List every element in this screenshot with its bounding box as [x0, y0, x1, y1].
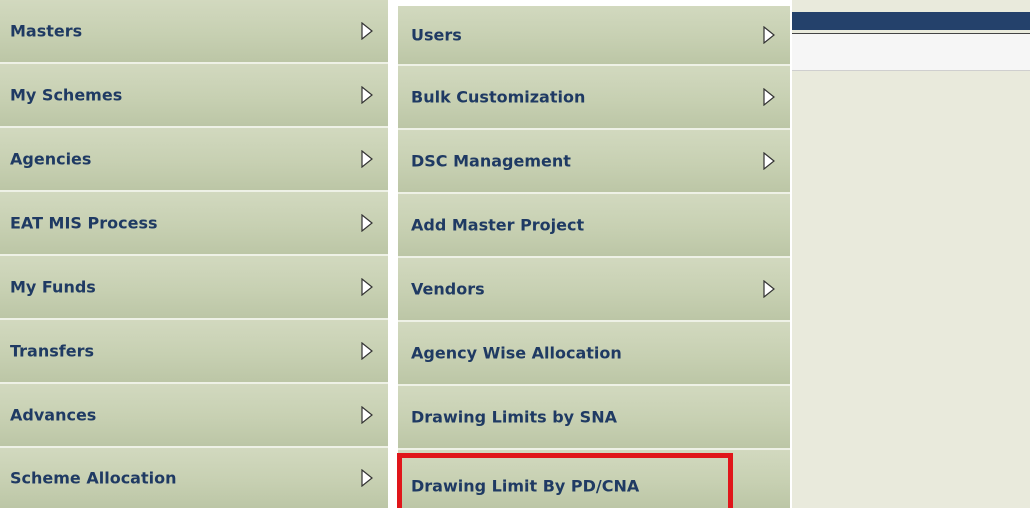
- submenu-item-label: Bulk Customization: [411, 87, 586, 107]
- submenu-item-vendors[interactable]: Vendors: [398, 258, 790, 322]
- submenu-item-dsc-management[interactable]: DSC Management: [398, 130, 790, 194]
- chevron-right-icon: [361, 469, 373, 487]
- chevron-right-icon: [361, 406, 373, 424]
- submenu-item-users[interactable]: Users: [398, 6, 790, 66]
- submenu-item-bulk-customization[interactable]: Bulk Customization: [398, 66, 790, 130]
- submenu-item-label: Vendors: [411, 279, 485, 299]
- chevron-right-icon: [361, 86, 373, 104]
- menu-item-label: Scheme Allocation: [10, 468, 177, 488]
- menu-item-scheme-allocation[interactable]: Scheme Allocation: [0, 448, 388, 508]
- chevron-right-icon: [361, 214, 373, 232]
- menu-item-my-funds[interactable]: My Funds: [0, 256, 388, 320]
- content-panel: [792, 0, 1030, 508]
- chevron-right-icon: [763, 26, 775, 44]
- main-menu: Masters My Schemes Agencies EAT MIS Proc…: [0, 0, 392, 508]
- chevron-right-icon: [361, 22, 373, 40]
- menu-item-advances[interactable]: Advances: [0, 384, 388, 448]
- chevron-right-icon: [763, 280, 775, 298]
- menu-item-agencies[interactable]: Agencies: [0, 128, 388, 192]
- menu-item-transfers[interactable]: Transfers: [0, 320, 388, 384]
- submenu-item-label: Agency Wise Allocation: [411, 343, 622, 363]
- chevron-right-icon: [763, 88, 775, 106]
- submenu-item-drawing-limits-by-sna[interactable]: Drawing Limits by SNA: [398, 386, 790, 450]
- menu-item-my-schemes[interactable]: My Schemes: [0, 64, 388, 128]
- menu-item-label: Transfers: [10, 341, 94, 361]
- submenu-item-label: Users: [411, 25, 462, 45]
- menu-item-label: Advances: [10, 405, 97, 425]
- submenu-item-label: Add Master Project: [411, 215, 585, 235]
- submenu-item-label: Drawing Limits by SNA: [411, 407, 617, 427]
- menu-item-label: My Schemes: [10, 85, 123, 105]
- submenu-item-drawing-limit-by-pd-cna[interactable]: Drawing Limit By PD/CNA: [398, 450, 790, 508]
- masters-submenu: Users Bulk Customization DSC Management …: [392, 0, 792, 508]
- chevron-right-icon: [361, 278, 373, 296]
- menu-item-masters[interactable]: Masters: [0, 0, 388, 64]
- submenu-item-agency-wise-allocation[interactable]: Agency Wise Allocation: [398, 322, 790, 386]
- menu-item-eat-mis-process[interactable]: EAT MIS Process: [0, 192, 388, 256]
- chevron-right-icon: [763, 152, 775, 170]
- header-bar: [792, 12, 1030, 30]
- menu-item-label: Agencies: [10, 149, 92, 169]
- menu-item-label: My Funds: [10, 277, 96, 297]
- chevron-right-icon: [361, 342, 373, 360]
- submenu-item-label: DSC Management: [411, 151, 571, 171]
- menu-item-label: EAT MIS Process: [10, 213, 158, 233]
- submenu-item-add-master-project[interactable]: Add Master Project: [398, 194, 790, 258]
- header-strip: [792, 33, 1030, 71]
- chevron-right-icon: [361, 150, 373, 168]
- menu-item-label: Masters: [10, 21, 83, 41]
- submenu-item-label: Drawing Limit By PD/CNA: [411, 476, 640, 496]
